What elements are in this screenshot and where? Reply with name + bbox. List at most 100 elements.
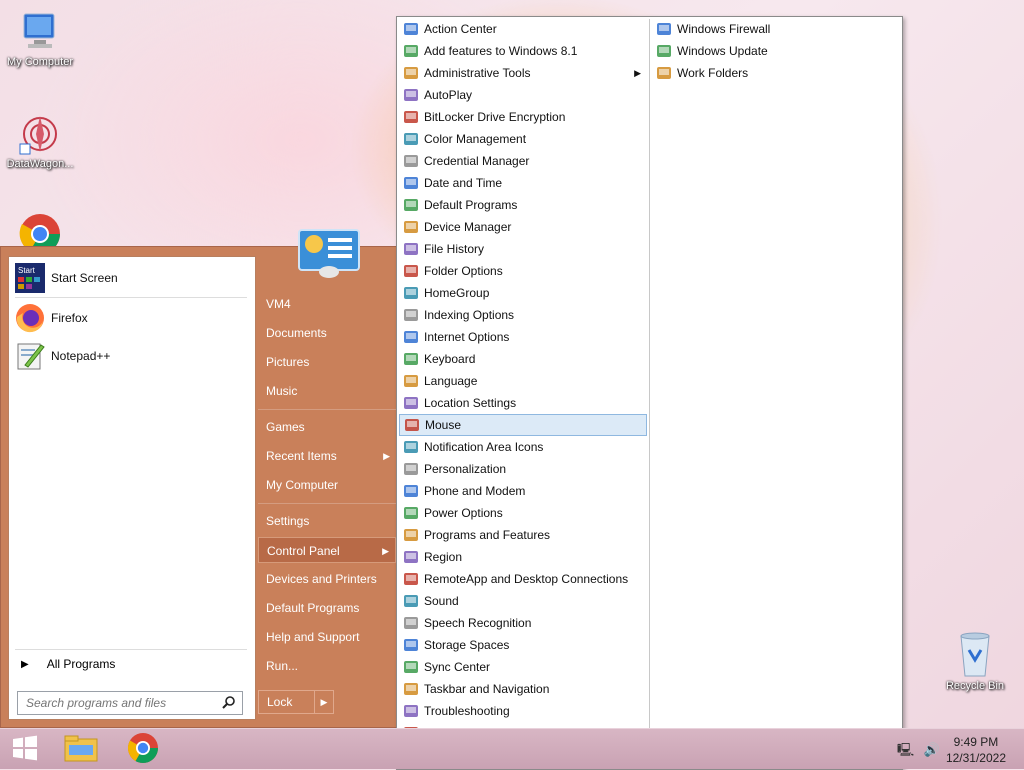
cp-item-color-management[interactable]: Color Management: [399, 128, 647, 150]
cp-item-credential-manager[interactable]: Credential Manager: [399, 150, 647, 172]
lock-button[interactable]: Lock ▶: [258, 690, 334, 714]
start-screen-icon: Start: [15, 263, 45, 293]
all-programs-label: All Programs: [46, 657, 116, 671]
desktop-icon-my-computer[interactable]: My Computer: [0, 10, 80, 68]
cp-item-windows-update[interactable]: Windows Update: [652, 40, 898, 62]
svg-text:Start: Start: [18, 266, 36, 275]
taskbar-chrome[interactable]: [118, 729, 168, 769]
start-item-control-panel[interactable]: Control Panel ▶: [258, 537, 396, 563]
cp-item-homegroup[interactable]: HomeGroup: [399, 282, 647, 304]
cp-item-keyboard[interactable]: Keyboard: [399, 348, 647, 370]
cp-item-remoteapp-and-desktop-connections[interactable]: RemoteApp and Desktop Connections: [399, 568, 647, 590]
control-panel-submenu: Action Center Add features to Windows 8.1…: [396, 16, 903, 770]
cp-item-troubleshooting[interactable]: Troubleshooting: [399, 700, 647, 722]
cp-item-work-folders[interactable]: Work Folders: [652, 62, 898, 84]
start-button[interactable]: [0, 729, 50, 769]
start-item-label: Run...: [266, 659, 299, 673]
cp-item-default-programs[interactable]: Default Programs: [399, 194, 647, 216]
cp-item-sync-center[interactable]: Sync Center: [399, 656, 647, 678]
cp-item-add-features-to-windows-8-1[interactable]: Add features to Windows 8.1: [399, 40, 647, 62]
homegroup-icon: [403, 285, 419, 301]
cp-item-label: Region: [424, 550, 463, 564]
cp-item-indexing-options[interactable]: Indexing Options: [399, 304, 647, 326]
cp-item-label: Administrative Tools: [424, 66, 531, 80]
desktop-icon-chrome[interactable]: [0, 212, 80, 250]
start-item-music[interactable]: Music: [258, 378, 396, 404]
cp-item-windows-firewall[interactable]: Windows Firewall: [652, 18, 898, 40]
cp-item-phone-and-modem[interactable]: Phone and Modem: [399, 480, 647, 502]
search-input[interactable]: [24, 692, 218, 714]
start-item-my-computer[interactable]: My Computer: [258, 472, 396, 498]
cp-item-storage-spaces[interactable]: Storage Spaces: [399, 634, 647, 656]
windows-firewall-icon: [656, 21, 672, 37]
start-item-recent-items[interactable]: Recent Items ▶: [258, 443, 396, 469]
personalization-icon: [403, 461, 419, 477]
sound-icon: [403, 593, 419, 609]
cp-item-bitlocker-drive-encryption[interactable]: BitLocker Drive Encryption: [399, 106, 647, 128]
start-item-run[interactable]: Run...: [258, 653, 396, 679]
clock[interactable]: 9:49 PM 12/31/2022: [946, 734, 1006, 766]
pinned-firefox[interactable]: Firefox: [15, 301, 247, 335]
start-item-default-programs[interactable]: Default Programs: [258, 595, 396, 621]
start-item-help-and-support[interactable]: Help and Support: [258, 624, 396, 650]
cp-item-sound[interactable]: Sound: [399, 590, 647, 612]
taskbar-and-navigation-icon: [403, 681, 419, 697]
start-item-games[interactable]: Games: [258, 414, 396, 440]
cp-item-notification-area-icons[interactable]: Notification Area Icons: [399, 436, 647, 458]
cp-item-mouse[interactable]: Mouse: [399, 414, 647, 436]
pinned-start-screen[interactable]: Start Start Screen: [15, 261, 247, 295]
cp-item-label: Location Settings: [424, 396, 517, 410]
volume-icon[interactable]: 🔊: [924, 742, 940, 757]
cp-item-location-settings[interactable]: Location Settings: [399, 392, 647, 414]
start-item-label: VM4: [266, 297, 291, 311]
color-management-icon: [403, 131, 419, 147]
cp-item-label: Add features to Windows 8.1: [424, 44, 578, 58]
cp-item-taskbar-and-navigation[interactable]: Taskbar and Navigation: [399, 678, 647, 700]
cp-item-programs-and-features[interactable]: Programs and Features: [399, 524, 647, 546]
search-box: [17, 691, 243, 715]
administrative-tools-icon: [403, 65, 419, 81]
pinned-notepad-plus-plus[interactable]: Notepad++: [15, 339, 247, 373]
taskbar-file-explorer[interactable]: [56, 729, 106, 769]
language-icon: [403, 373, 419, 389]
cp-item-folder-options[interactable]: Folder Options: [399, 260, 647, 282]
sync-center-icon: [403, 659, 419, 675]
cp-item-device-manager[interactable]: Device Manager: [399, 216, 647, 238]
cp-item-region[interactable]: Region: [399, 546, 647, 568]
search-icon[interactable]: [222, 695, 236, 712]
cp-item-label: AutoPlay: [424, 88, 473, 102]
cp-item-internet-options[interactable]: Internet Options: [399, 326, 647, 348]
start-item-label: Control Panel: [267, 544, 340, 558]
phone-and-modem-icon: [403, 483, 419, 499]
cp-item-file-history[interactable]: File History: [399, 238, 647, 260]
start-item-devices-and-printers[interactable]: Devices and Printers: [258, 566, 396, 592]
start-item-pictures[interactable]: Pictures: [258, 349, 396, 375]
desktop-icon-recycle-bin[interactable]: Recycle Bin: [935, 630, 1015, 692]
chevron-right-icon: ▶: [383, 451, 390, 461]
start-item-documents[interactable]: Documents: [258, 320, 396, 346]
cp-item-label: Personalization: [424, 462, 507, 476]
cp-item-power-options[interactable]: Power Options: [399, 502, 647, 524]
network-icon[interactable]: 🖳: [897, 742, 914, 757]
start-item-label: Help and Support: [266, 630, 360, 644]
cp-item-date-and-time[interactable]: Date and Time: [399, 172, 647, 194]
start-item-vm4[interactable]: VM4: [258, 291, 396, 317]
all-programs-button[interactable]: ▶ All Programs: [15, 653, 247, 675]
cp-item-speech-recognition[interactable]: Speech Recognition: [399, 612, 647, 634]
cp-item-personalization[interactable]: Personalization: [399, 458, 647, 480]
start-item-label: Music: [266, 384, 298, 398]
power-options-arrow-icon[interactable]: ▶: [314, 691, 333, 713]
cp-item-label: Internet Options: [424, 330, 510, 344]
cp-item-action-center[interactable]: Action Center: [399, 18, 647, 40]
storage-spaces-icon: [403, 637, 419, 653]
cp-item-administrative-tools[interactable]: Administrative Tools ▶: [399, 62, 647, 84]
remoteapp-and-desktop-connections-icon: [403, 571, 419, 587]
cp-item-label: Troubleshooting: [424, 704, 510, 718]
desktop-icon-datawagon[interactable]: DataWagon...: [0, 112, 80, 170]
start-item-label: Games: [266, 420, 305, 434]
divider: [15, 297, 247, 298]
cp-item-label: Power Options: [424, 506, 503, 520]
cp-item-language[interactable]: Language: [399, 370, 647, 392]
cp-item-autoplay[interactable]: AutoPlay: [399, 84, 647, 106]
start-item-settings[interactable]: Settings: [258, 508, 396, 534]
